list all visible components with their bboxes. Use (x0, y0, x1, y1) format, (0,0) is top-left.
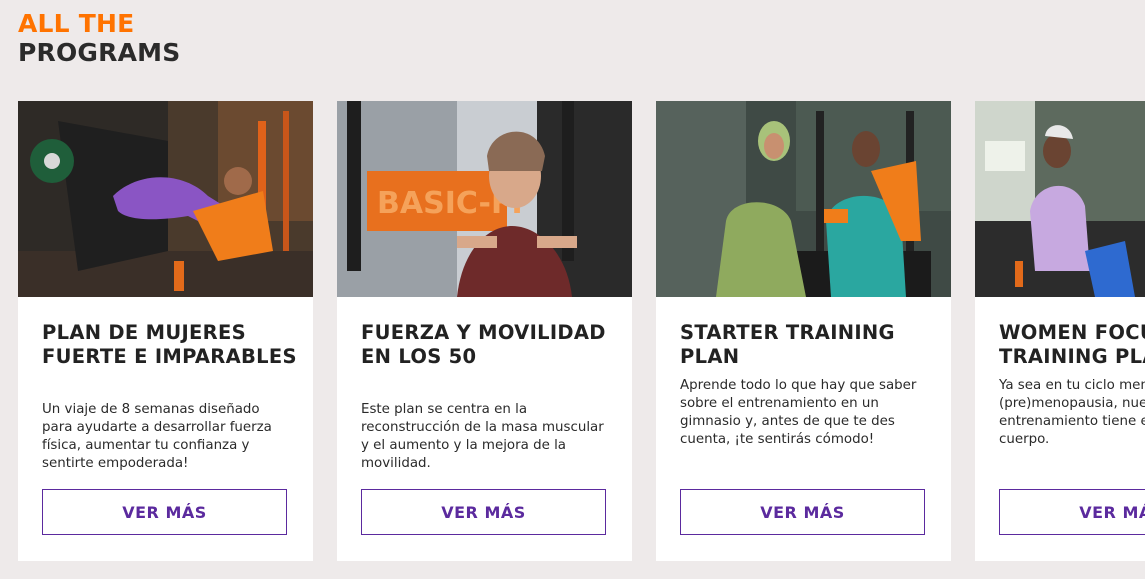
card-title: STARTER TRAINING PLAN (680, 321, 895, 368)
program-carousel: PLAN DE MUJERES FUERTE E IMPARABLES Un v… (18, 101, 1145, 561)
program-card: BASIC-FI FUERZA Y MOVILIDAD EN LOS 50 Es… (337, 101, 632, 561)
program-card: STARTER TRAINING PLAN Aprende todo lo qu… (656, 101, 951, 561)
ver-mas-button[interactable]: VER MÁS (361, 489, 606, 535)
ver-mas-button[interactable]: VER MÁS (999, 489, 1145, 535)
card-description: Un viaje de 8 semanas diseñado para ayud… (42, 402, 272, 471)
heading-line-2: PROGRAMS (18, 38, 181, 67)
card-image (975, 101, 1145, 297)
woman-chest-press-photo: BASIC-FI (337, 101, 632, 297)
card-title: FUERZA Y MOVILIDAD EN LOS 50 (361, 321, 606, 368)
card-title: WOMEN FOCUS TRAINING PLAN (999, 321, 1145, 368)
card-description: Ya sea en tu ciclo menstrual o en la (pr… (999, 378, 1145, 447)
card-image (656, 101, 951, 297)
program-card: WOMEN FOCUS TRAINING PLAN Ya sea en tu c… (975, 101, 1145, 561)
section-heading: ALL THE PROGRAMS (18, 9, 180, 67)
ver-mas-button[interactable]: VER MÁS (42, 489, 287, 535)
card-description: Este plan se centra en la reconstrucción… (361, 402, 604, 471)
ver-mas-button[interactable]: VER MÁS (680, 489, 925, 535)
card-image: BASIC-FI (337, 101, 632, 297)
card-title: PLAN DE MUJERES FUERTE E IMPARABLES (42, 321, 297, 368)
program-card: PLAN DE MUJERES FUERTE E IMPARABLES Un v… (18, 101, 313, 561)
two-women-laughing-photo (656, 101, 951, 297)
card-description: Aprende todo lo que hay que saber sobre … (680, 378, 917, 447)
card-image (18, 101, 313, 297)
heading-line-1: ALL THE (18, 9, 135, 38)
women-resting-gym-photo (975, 101, 1145, 297)
woman-leg-press-photo (18, 101, 313, 297)
